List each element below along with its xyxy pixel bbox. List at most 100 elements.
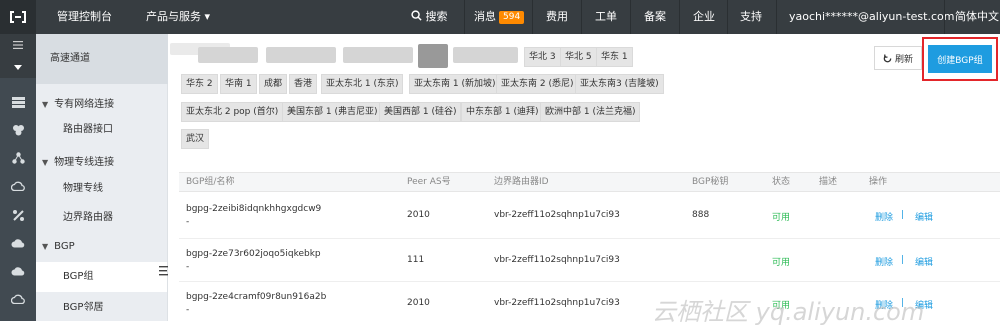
user-account-menu[interactable]: yaochi******@aliyun-test.com [789,0,954,34]
column-header: 状态 [772,177,791,187]
column-header: 描述 [819,177,838,187]
redacted-region [266,47,336,63]
edit-link[interactable]: 编辑 [915,255,933,268]
cloud-icon[interactable] [0,175,36,197]
caret-down-icon[interactable] [0,56,36,78]
icp-link[interactable]: 备案 [644,0,666,34]
bgp-group-id: bgpg-2ze4cramf09r8un916a2b [186,292,327,302]
hamburger-menu-icon[interactable] [0,34,36,56]
column-header: 边界路由器ID [494,177,549,187]
console-link[interactable]: 管理控制台 [57,0,112,34]
column-header: BGP秘钥 [692,177,729,187]
region-tag[interactable]: 亚太东南 2 (悉尼) [496,74,579,94]
region-tag[interactable]: 亚太东南 1 (新加坡) [409,74,501,94]
region-tag[interactable]: 华南 1 [220,74,257,94]
region-tag[interactable]: 华东 1 [596,47,633,67]
sidebar-item-physical-line[interactable]: 物理专线 [36,178,167,200]
billing-link[interactable]: 费用 [546,0,568,34]
redacted-region [198,47,258,63]
peer-as: 2010 [407,210,430,220]
nav-group-label: BGP [54,241,75,252]
nav-group-label: 物理专线连接 [54,157,115,168]
bgp-group-id: bgpg-2ze73r602joqo5iqkebkp [186,249,321,259]
tickets-link[interactable]: 工单 [595,0,617,34]
caret-down-icon: ▼ [42,100,49,109]
refresh-button[interactable]: 刷新 [874,46,922,70]
cloud-gear-icon[interactable] [0,232,36,254]
side-navigation: 高速通道 ▼ 专有网络连接 路由器接口 ▼ 物理专线连接 物理专线 边界路由器 ▼ B… [36,34,168,321]
delete-link[interactable]: 删除 [875,210,893,223]
messages-label: 消息 [474,10,496,23]
refresh-icon [883,53,892,62]
column-header: 操作 [869,177,888,187]
watermark: 云栖社区 yq.aliyun.com [652,298,925,326]
messages-count-badge: 594 [499,10,525,24]
region-tag[interactable]: 亚太东南3 (吉隆坡) [575,74,664,94]
chevron-down-icon: ▾ [204,10,211,23]
bgp-group-id: bgpg-2zeibi8idqnkhhgxgdcw9 [186,204,322,214]
nav-group-bgp[interactable]: ▼ BGP [42,241,75,252]
server-icon[interactable] [0,91,36,113]
network-nodes-icon[interactable] [0,147,36,169]
region-tag[interactable]: 欧洲中部 1 (法兰克福) [540,102,641,122]
peer-as: 111 [407,255,425,265]
sidebar-item-border-router[interactable]: 边界路由器 [36,207,167,229]
product-icon-rail [0,34,36,321]
top-navbar: 管理控制台 产品与服务 ▾ 搜索 消息 594 费用 工单 备案 企业 支持 ya… [0,0,1000,34]
bgp-group-name: - [186,262,190,272]
bgp-group-name: - [186,305,190,315]
cloud-sync-icon[interactable] [0,288,36,310]
products-label: 产品与服务 [146,10,201,23]
bgp-key: 888 [692,210,710,220]
messages-link[interactable]: 消息 594 [474,0,525,34]
main-content: 华北 3 华北 5 华东 1 华东 2 华南 1 成都 香港 亚太东北 1 (东… [168,34,1000,321]
link-icon[interactable] [0,204,36,226]
table-row: bgpg-2ze73r602joqo5iqkebkp - 111 vbr-2ze… [179,239,1000,282]
nav-group-label: 专有网络连接 [54,99,115,110]
caret-down-icon: ▼ [42,242,49,251]
gear-cluster-icon[interactable] [0,119,36,141]
edit-link[interactable]: 编辑 [915,210,933,223]
products-menu[interactable]: 产品与服务 ▾ [146,0,210,34]
region-tag[interactable]: 华东 2 [181,74,218,94]
redacted-region [453,47,518,63]
highlight-frame: 创建BGP组 [922,37,998,81]
nav-group-physical-connect[interactable]: ▼ 物理专线连接 [42,153,114,168]
redacted-region [418,44,448,68]
support-link[interactable]: 支持 [740,0,762,34]
region-tag[interactable]: 成都 [259,74,288,94]
aliyun-logo-icon[interactable] [0,0,36,34]
sidebar-item-bgp-group[interactable]: BGP组 [36,262,167,292]
column-header: Peer AS号 [407,177,451,187]
status-badge: 可用 [772,258,791,268]
sidebar-item-bgp-peer[interactable]: BGP邻居 [36,297,167,319]
region-tag[interactable]: 华北 3 [524,47,561,67]
language-menu[interactable]: 简体中文 [955,0,999,34]
vbr-id: vbr-2zeff11o2sqhnp1u7ci93 [494,298,620,308]
action-separator: | [901,210,905,220]
create-bgp-group-button[interactable]: 创建BGP组 [928,45,992,73]
redacted-region [343,47,413,63]
table-header: BGP组/名称 Peer AS号 边界路由器ID BGP秘钥 状态 描述 操作 [179,172,1000,192]
caret-down-icon: ▼ [42,158,49,167]
region-tag[interactable]: 中东东部 1 (迪拜) [461,102,544,122]
nav-group-vpc-connect[interactable]: ▼ 专有网络连接 [42,95,114,110]
delete-link[interactable]: 删除 [875,255,893,268]
action-separator: | [901,255,905,265]
region-tag[interactable]: 美国西部 1 (硅谷) [379,102,462,122]
status-badge: 可用 [772,213,791,223]
table-row: bgpg-2zeibi8idqnkhhgxgdcw9 - 2010 vbr-2z… [179,193,1000,239]
search-button[interactable]: 搜索 [411,0,448,34]
region-tag[interactable]: 亚太东北 2 pop (首尔) [181,102,284,122]
vbr-id: vbr-2zeff11o2sqhnp1u7ci93 [494,255,620,265]
search-icon [411,10,422,21]
region-tag[interactable]: 美国东部 1 (弗吉尼亚) [282,102,383,122]
search-label: 搜索 [425,10,448,23]
region-tag[interactable]: 武汉 [181,129,210,149]
region-tag[interactable]: 华北 5 [560,47,597,67]
region-tag[interactable]: 亚太东北 1 (东京) [321,74,404,94]
region-tag[interactable]: 香港 [289,74,318,94]
sidebar-item-router-interface[interactable]: 路由器接口 [36,119,167,141]
cloud-upload-icon[interactable] [0,260,36,282]
enterprise-link[interactable]: 企业 [693,0,715,34]
